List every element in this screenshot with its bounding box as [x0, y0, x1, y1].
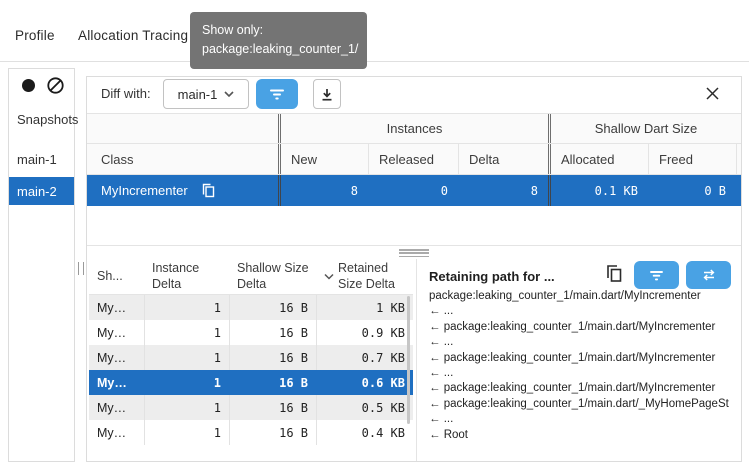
swap-direction-button[interactable]	[686, 261, 731, 289]
retaining-path-filter-button[interactable]	[634, 261, 679, 289]
show-only-tooltip: Show only: package:leaking_counter_1/	[190, 12, 367, 69]
diff-main-panel: Diff with: main-1	[86, 76, 742, 462]
filter-icon	[649, 269, 664, 282]
col-shallow-size-delta[interactable]: Shallow Size Delta	[229, 259, 316, 294]
retaining-path-entry[interactable]: ← package:leaking_counter_1/main.dart/_M…	[429, 397, 739, 412]
retaining-path-entry[interactable]: ← Root	[429, 428, 739, 443]
diff-with-label: Diff with:	[101, 86, 151, 101]
copy-icon[interactable]	[202, 183, 215, 198]
sidebar-title: Snapshots	[17, 112, 78, 127]
chevron-down-icon	[224, 91, 234, 97]
filter-button[interactable]	[256, 79, 298, 109]
table-row[interactable]: My… 1 16 B 1 KB	[89, 295, 413, 320]
sidebar-item-main-1[interactable]: main-1	[17, 152, 57, 167]
classes-table-body: My… 1 16 B 1 KB My… 1 16 B 0.9 KB My… 1 …	[89, 295, 413, 445]
retaining-path-list: package:leaking_counter_1/main.dart/MyIn…	[429, 289, 739, 455]
diff-table-column-header: Class New Released Delta Allocated Freed	[87, 144, 741, 175]
col-sh[interactable]: Sh...	[89, 259, 144, 294]
copy-icon[interactable]	[606, 264, 623, 283]
swap-direction-icon	[701, 268, 717, 282]
col-new[interactable]: New	[278, 144, 368, 174]
horizontal-splitter-handle[interactable]	[399, 249, 429, 257]
retaining-path-entry[interactable]: package:leaking_counter_1/main.dart/MyIn…	[429, 289, 739, 304]
class-name: MyIncrementer	[101, 183, 188, 198]
tooltip-line1: Show only:	[202, 21, 355, 40]
col-instance-delta[interactable]: Instance Delta	[144, 259, 229, 294]
snapshots-sidebar: Snapshots main-1 main-2	[8, 68, 75, 462]
filter-icon	[269, 87, 285, 101]
sidebar-item-main-2[interactable]: main-2	[9, 177, 74, 205]
horizontal-splitter-line	[87, 245, 741, 246]
devtools-memory-diff-screen: Profile Allocation Tracing Show only: pa…	[0, 0, 749, 467]
retaining-path-entry[interactable]: ← package:leaking_counter_1/main.dart/My…	[429, 351, 739, 366]
record-snapshot-icon[interactable]	[20, 77, 37, 94]
retaining-path-entry[interactable]: ← package:leaking_counter_1/main.dart/My…	[429, 381, 739, 396]
retaining-path-entry[interactable]: ← package:leaking_counter_1/main.dart/My…	[429, 320, 739, 335]
cell-allocated: 0.1 KB	[548, 175, 648, 206]
class-cell: MyIncrementer	[87, 175, 278, 206]
retaining-path-entry[interactable]: ← ...	[429, 335, 739, 350]
diff-table-group-header: Instances Shallow Dart Size	[87, 113, 741, 144]
scrollbar[interactable]	[407, 296, 410, 424]
download-button[interactable]	[313, 79, 341, 109]
vertical-splitter-handle[interactable]	[78, 262, 84, 275]
retaining-path-entry[interactable]: ← ...	[429, 412, 739, 427]
col-retained-size-delta[interactable]: Retained Size Delta	[316, 259, 413, 294]
col-class[interactable]: Class	[87, 144, 278, 174]
table-row-selected[interactable]: My… 1 16 B 0.6 KB	[89, 370, 413, 395]
diff-with-value: main-1	[178, 87, 218, 102]
cell-extra	[736, 175, 741, 206]
retaining-path-title: Retaining path for ...	[429, 269, 555, 284]
cell-released: 0	[368, 175, 458, 206]
col-freed[interactable]: Freed	[648, 144, 736, 174]
col-extra	[736, 144, 747, 174]
tab-allocation-tracing[interactable]: Allocation Tracing	[78, 28, 188, 43]
diff-table-row-myincrementer[interactable]: MyIncrementer 8 0 8 0.1 KB 0 B	[87, 175, 741, 206]
col-delta[interactable]: Delta	[458, 144, 548, 174]
table-row[interactable]: My… 1 16 B 0.9 KB	[89, 320, 413, 345]
table-row[interactable]: My… 1 16 B 0.7 KB	[89, 345, 413, 370]
col-allocated[interactable]: Allocated	[548, 144, 648, 174]
cell-new: 8	[278, 175, 368, 206]
group-empty	[87, 114, 278, 143]
col-released[interactable]: Released	[368, 144, 458, 174]
cell-freed: 0 B	[648, 175, 736, 206]
sidebar-item-label: main-2	[17, 184, 57, 199]
tooltip-line2: package:leaking_counter_1/	[202, 40, 355, 59]
retaining-path-entry[interactable]: ← ...	[429, 366, 739, 381]
retaining-path-entry[interactable]: ← ...	[429, 304, 739, 319]
tab-profile[interactable]: Profile	[15, 28, 55, 43]
diff-with-dropdown[interactable]: main-1	[163, 79, 249, 109]
clear-snapshots-icon[interactable]	[46, 76, 65, 95]
download-icon	[320, 87, 334, 102]
table-row[interactable]: My… 1 16 B 0.5 KB	[89, 395, 413, 420]
classes-table-header: Sh... Instance Delta Shallow Size Delta …	[89, 259, 413, 295]
close-icon[interactable]	[705, 86, 720, 101]
panel-divider	[416, 259, 417, 461]
sort-desc-icon	[324, 273, 334, 280]
cell-delta: 8	[458, 175, 548, 206]
group-instances: Instances	[278, 114, 548, 143]
table-row[interactable]: My… 1 16 B 0.4 KB	[89, 420, 413, 445]
tabbar-divider	[0, 61, 749, 62]
group-shallow-dart-size: Shallow Dart Size	[548, 114, 741, 143]
